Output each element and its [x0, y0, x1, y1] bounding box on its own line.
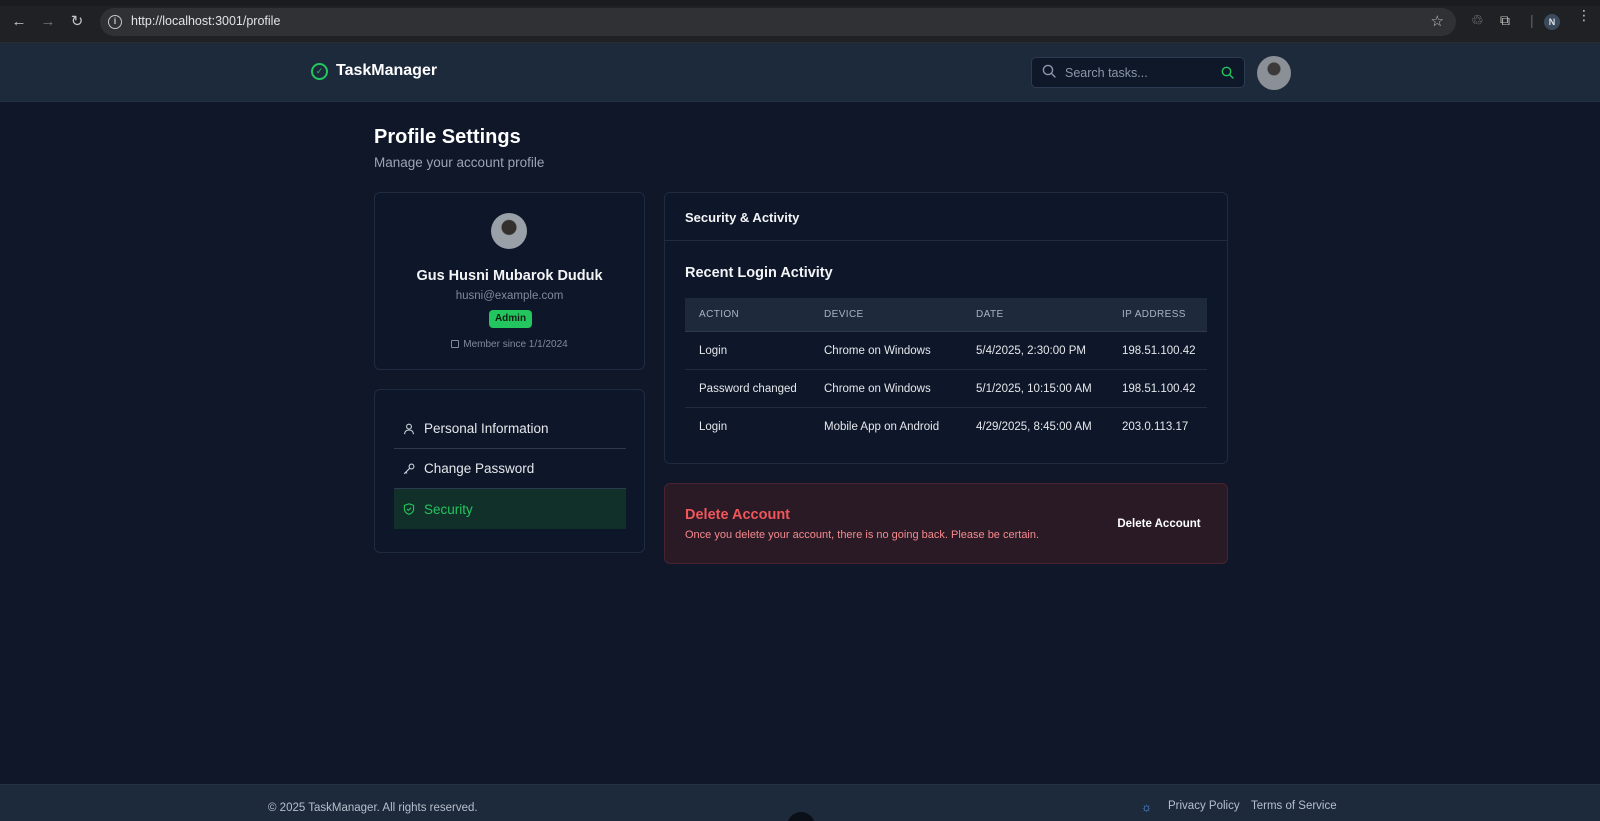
security-card-header: Security & Activity	[665, 193, 1227, 241]
column-header-ip-address: IP ADDRESS	[1122, 309, 1186, 320]
sun-icon[interactable]: ☼	[1141, 801, 1153, 813]
browser-menu-icon[interactable]: ⋮	[1577, 8, 1591, 22]
nav-item-security[interactable]: Security	[394, 489, 626, 529]
delete-account-title: Delete Account	[685, 507, 791, 523]
copyright-text: © 2025 TaskManager. All rights reserved.	[268, 802, 478, 814]
forward-icon[interactable]: →	[39, 13, 57, 31]
app-header: ✓ TaskManager	[0, 43, 1600, 102]
profile-nav: Personal Information Change Password Sec…	[374, 389, 645, 553]
member-since-text: Member since 1/1/2024	[463, 339, 568, 350]
browser-chrome: ← → ↻ i http://localhost:3001/profile ☆ …	[0, 0, 1600, 43]
cell-action: Password changed	[699, 382, 797, 395]
search-icon	[1042, 64, 1056, 78]
user-icon	[403, 423, 415, 434]
profile-card: Gus Husni Mubarok Duduk husni@example.co…	[374, 192, 645, 370]
user-avatar[interactable]	[1257, 56, 1291, 90]
cell-device: Chrome on Windows	[824, 344, 931, 357]
table-row: Login Chrome on Windows 5/4/2025, 2:30:0…	[685, 332, 1207, 370]
dev-tools-badge[interactable]	[787, 812, 815, 821]
key-icon	[403, 463, 415, 474]
cell-action: Login	[699, 344, 728, 357]
cell-date: 5/1/2025, 10:15:00 AM	[976, 382, 1092, 395]
cell-date: 4/29/2025, 8:45:00 AM	[976, 421, 1092, 433]
brand[interactable]: ✓ TaskManager	[311, 62, 437, 80]
role-badge: Admin	[489, 310, 532, 328]
extensions-icon[interactable]: ⧉	[1500, 12, 1510, 29]
table-row: Login Mobile App on Android 4/29/2025, 8…	[685, 408, 1207, 446]
security-card: Security & Activity Recent Login Activit…	[664, 192, 1228, 464]
column-header-action: ACTION	[699, 309, 740, 320]
nav-item-label: Security	[424, 501, 473, 517]
nav-item-label: Personal Information	[424, 421, 549, 436]
cell-date: 5/4/2025, 2:30:00 PM	[976, 344, 1086, 357]
security-card-title: Security & Activity	[685, 210, 800, 225]
cell-action: Login	[699, 421, 728, 433]
tab-strip	[0, 0, 1600, 6]
bookmark-star-icon[interactable]: ☆	[1431, 12, 1444, 30]
cell-ip-address: 198.51.100.42	[1122, 344, 1196, 357]
search-input[interactable]	[1065, 63, 1215, 83]
column-header-date: DATE	[976, 309, 1004, 320]
app-footer: © 2025 TaskManager. All rights reserved.…	[0, 784, 1600, 821]
profile-name: Gus Husni Mubarok Duduk	[416, 268, 603, 284]
brand-name[interactable]: TaskManager	[336, 62, 437, 80]
browser-profile-avatar[interactable]: N	[1544, 14, 1560, 30]
table-header: ACTION DEVICE DATE IP ADDRESS	[685, 298, 1207, 332]
cell-device: Mobile App on Android	[824, 421, 940, 433]
shield-icon	[403, 503, 415, 515]
recycle-icon[interactable]: ♲	[1471, 12, 1484, 29]
delete-account-card: Delete Account Once you delete your acco…	[664, 483, 1228, 564]
back-icon[interactable]: ←	[10, 13, 28, 31]
site-info-icon[interactable]: i	[108, 15, 122, 29]
calendar-icon	[451, 340, 460, 348]
nav-item-personal-information[interactable]: Personal Information	[394, 409, 626, 449]
url-text[interactable]: http://localhost:3001/profile	[131, 14, 280, 28]
page-subtitle: Manage your account profile	[374, 155, 545, 170]
delete-account-button[interactable]: Delete Account	[1107, 512, 1211, 536]
toolbar-divider: |	[1530, 12, 1534, 28]
member-since: Member since 1/1/2024	[375, 339, 644, 350]
check-circle-icon: ✓	[311, 62, 328, 80]
reload-icon[interactable]: ↻	[68, 13, 86, 31]
profile-email: husni@example.com	[455, 290, 564, 302]
login-activity-heading: Recent Login Activity	[685, 265, 833, 281]
search-box	[1031, 57, 1245, 88]
cell-device: Chrome on Windows	[824, 382, 931, 395]
address-bar[interactable]: i http://localhost:3001/profile ☆	[100, 8, 1456, 36]
search-submit-icon[interactable]	[1221, 66, 1234, 79]
cell-ip-address: 203.0.113.17	[1122, 421, 1189, 433]
nav-item-label: Change Password	[424, 461, 535, 476]
privacy-policy-link[interactable]: Privacy Policy	[1168, 800, 1240, 812]
table-row: Password changed Chrome on Windows 5/1/2…	[685, 370, 1207, 408]
terms-of-service-link[interactable]: Terms of Service	[1251, 800, 1337, 812]
cell-ip-address: 198.51.100.42	[1122, 382, 1196, 395]
login-activity-table: ACTION DEVICE DATE IP ADDRESS Login Chro…	[685, 298, 1207, 446]
profile-avatar	[491, 213, 527, 249]
nav-item-change-password[interactable]: Change Password	[394, 449, 626, 489]
page-title: Profile Settings	[374, 126, 521, 148]
delete-account-description: Once you delete your account, there is n…	[685, 529, 1040, 541]
column-header-device: DEVICE	[824, 309, 864, 320]
